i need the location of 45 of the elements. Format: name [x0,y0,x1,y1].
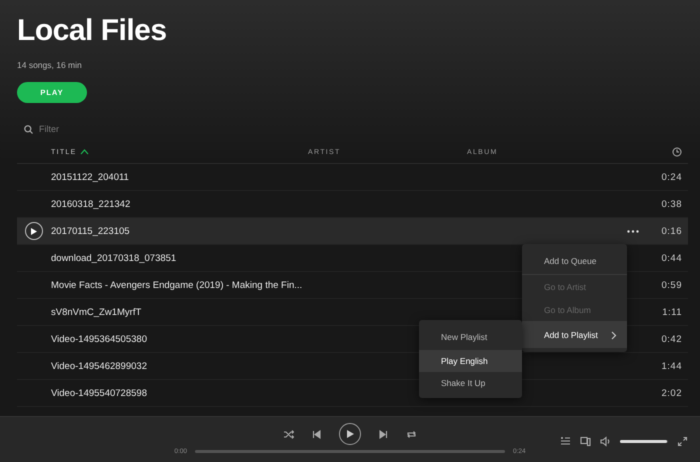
track-title: download_20170318_073851 [51,252,176,264]
more-icon[interactable] [627,230,639,232]
previous-icon[interactable] [311,428,322,440]
repeat-icon[interactable] [406,428,417,440]
row-play-button[interactable] [25,222,43,240]
search-icon [24,124,33,134]
track-duration: 0:16 [662,226,683,236]
fullscreen-icon[interactable] [677,436,688,447]
track-duration: 1:44 [662,360,683,372]
track-title: sV8nVmC_Zw1MyrfT [51,306,142,318]
menu-item[interactable]: New Playlist [419,324,522,350]
play-button[interactable] [339,423,361,445]
shuffle-icon[interactable] [283,428,294,440]
page-title: Local Files [17,14,167,48]
track-title: Video-1495462899032 [51,360,147,372]
menu-item[interactable]: Play English [419,350,522,372]
volume-icon[interactable] [600,436,611,447]
track-title: 20170115_223105 [51,226,130,236]
track-duration: 0:38 [662,198,683,210]
play-icon [31,228,37,234]
menu-item[interactable]: Add to Queue [522,248,627,275]
devices-icon[interactable] [580,436,591,447]
track-title: 20160318_221342 [51,198,130,210]
track-duration: 0:24 [662,172,683,182]
track-title: Video-1495364505380 [51,334,147,344]
queue-icon[interactable] [560,436,571,447]
track-title: Movie Facts - Avengers Endgame (2019) - Making the Fin... [51,280,302,290]
clock-icon [672,147,682,157]
track-duration: 2:02 [662,388,683,398]
track-row[interactable]: 20170115_223105 0:16 [17,218,688,245]
track-duration: 0:42 [662,334,683,344]
track-row[interactable]: 20151122_204011 0:24 [17,164,688,191]
song-count: 14 songs, 16 min [17,60,82,70]
track-title: Video-1495540728598 [51,388,147,398]
menu-item[interactable]: Add to Playlist [522,322,627,348]
chevron-icon [611,330,617,340]
sort-caret-icon [80,149,89,155]
play-icon [346,430,354,438]
filter-field[interactable]: Filter [39,124,159,134]
next-icon[interactable] [378,428,389,440]
progress-track[interactable] [195,450,505,453]
track-duration: 0:44 [662,252,683,264]
track-title: 20151122_204011 [51,172,129,182]
track-duration: 1:11 [662,306,683,318]
track-duration: 0:59 [662,280,683,290]
